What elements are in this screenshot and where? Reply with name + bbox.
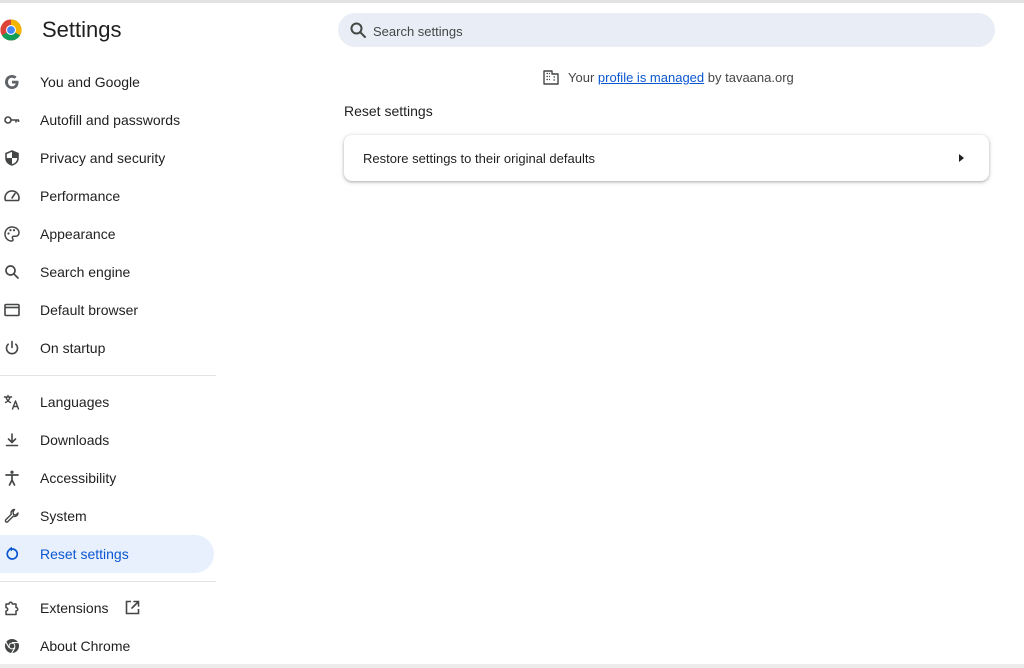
- sidebar-item-about-chrome[interactable]: About Chrome: [0, 627, 214, 665]
- sidebar-item-label: Languages: [40, 394, 110, 410]
- sidebar-item-label: Downloads: [40, 432, 110, 448]
- profile-managed-link[interactable]: profile is managed: [598, 70, 704, 85]
- search-icon: [5, 265, 19, 279]
- sidebar-item-label: About Chrome: [40, 638, 131, 654]
- power-icon: [5, 340, 19, 355]
- sidebar-item-downloads[interactable]: Downloads: [0, 421, 214, 459]
- palette-icon: [4, 226, 20, 242]
- sidebar-item-label: Reset settings: [40, 546, 129, 562]
- top-border: [0, 0, 1024, 3]
- sidebar-item-privacy[interactable]: Privacy and security: [0, 139, 214, 177]
- puzzle-icon: [5, 601, 19, 616]
- sidebar-item-label: Extensions: [40, 600, 109, 616]
- browser-window-icon: [4, 303, 20, 317]
- sidebar-item-accessibility[interactable]: Accessibility: [0, 459, 214, 497]
- page-title: Settings: [42, 17, 122, 42]
- managed-suffix: by tavaana.org: [707, 70, 794, 85]
- accessibility-icon: [5, 470, 19, 486]
- sidebar-item-label: Accessibility: [40, 470, 117, 486]
- bottom-border: [0, 664, 1024, 668]
- sidebar-item-label: You and Google: [40, 74, 140, 90]
- sidebar-item-label: On startup: [40, 340, 106, 356]
- sidebar-item-label: System: [40, 508, 87, 524]
- sidebar-item-label: Privacy and security: [40, 150, 166, 166]
- sidebar-item-you-and-google[interactable]: You and Google: [0, 63, 214, 101]
- sidebar-item-label: Appearance: [40, 226, 116, 242]
- sidebar-divider: [0, 581, 216, 582]
- restore-defaults-label: Restore settings to their original defau…: [363, 151, 595, 166]
- search-bar[interactable]: [338, 13, 995, 49]
- translate-icon: [3, 394, 20, 410]
- open-in-new-icon: [125, 600, 140, 615]
- sidebar-divider: [0, 375, 216, 376]
- google-g-icon: [5, 75, 19, 89]
- search-input[interactable]: [371, 13, 975, 49]
- reset-settings-card: Restore settings to their original defau…: [344, 135, 989, 181]
- search-icon: [350, 22, 366, 38]
- download-icon: [5, 433, 19, 447]
- sidebar-item-extensions[interactable]: Extensions: [0, 589, 214, 627]
- sidebar-item-autofill[interactable]: Autofill and passwords: [0, 101, 214, 139]
- sidebar-item-performance[interactable]: Performance: [0, 177, 214, 215]
- shield-icon: [5, 150, 19, 166]
- key-icon: [4, 116, 20, 124]
- sidebar-item-reset-settings[interactable]: Reset settings: [0, 535, 214, 573]
- speedometer-icon: [4, 190, 20, 202]
- arrow-right-icon: [959, 154, 964, 162]
- chrome-icon: [5, 639, 19, 654]
- managed-prefix: Your: [568, 70, 595, 85]
- sidebar-item-system[interactable]: System: [0, 497, 214, 535]
- sidebar-item-search-engine[interactable]: Search engine: [0, 253, 214, 291]
- sidebar-item-label: Default browser: [40, 302, 139, 318]
- sidebar-item-on-startup[interactable]: On startup: [0, 329, 214, 367]
- chrome-logo-icon: [0, 19, 22, 41]
- sidebar-item-languages[interactable]: Languages: [0, 383, 214, 421]
- building-icon: [543, 70, 559, 85]
- section-title: Reset settings: [344, 103, 433, 119]
- sidebar-item-label: Autofill and passwords: [40, 112, 181, 128]
- sidebar-item-label: Performance: [40, 188, 121, 204]
- wrench-icon: [4, 508, 19, 523]
- sidebar-item-default-browser[interactable]: Default browser: [0, 291, 214, 329]
- sidebar-item-label: Search engine: [40, 264, 131, 280]
- reset-icon: [6, 546, 19, 560]
- sidebar-item-appearance[interactable]: Appearance: [0, 215, 214, 253]
